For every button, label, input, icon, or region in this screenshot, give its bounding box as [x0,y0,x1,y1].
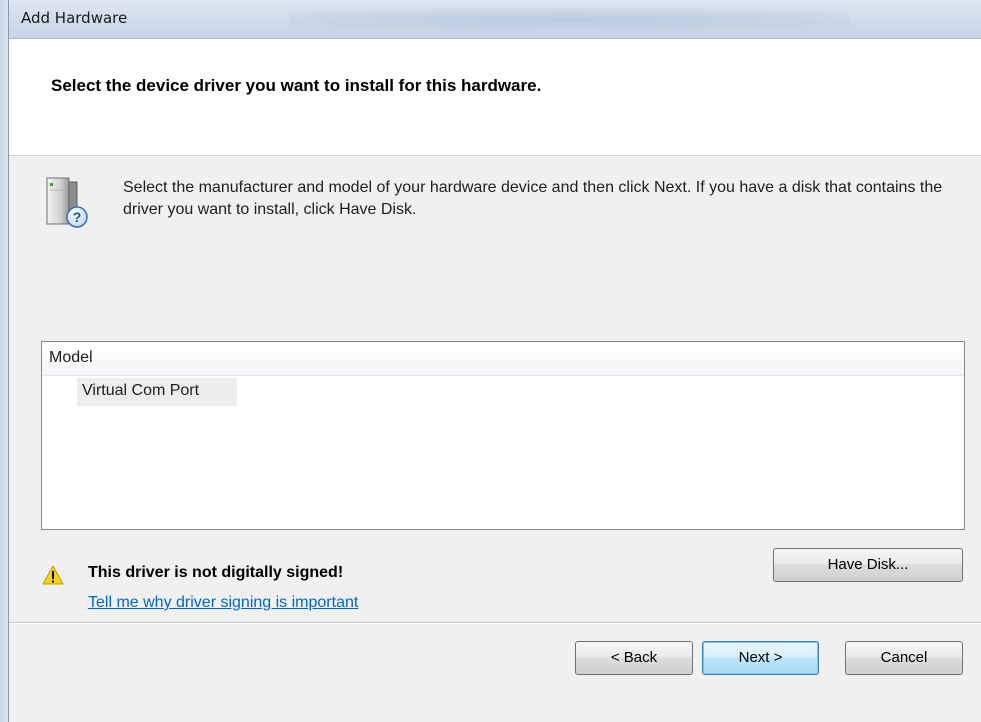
instruction-text: Select the manufacturer and model of you… [123,179,943,218]
have-disk-button[interactable]: Have Disk... [773,548,963,582]
title-bar-glow [289,8,849,30]
wizard-page: Select the device driver you want to ins… [9,39,981,722]
model-list-item-label: Virtual Com Port [82,382,200,399]
hardware-help-icon: ? [41,174,93,234]
warning-icon [42,565,64,585]
back-button[interactable]: < Back [575,641,693,675]
title-bar[interactable]: Add Hardware [9,0,981,39]
unsigned-driver-warning: This driver is not digitally signed! [88,564,344,581]
background-window-edge [0,0,8,722]
driver-signing-link[interactable]: Tell me why driver signing is important [88,594,358,612]
svg-text:?: ? [73,209,82,225]
model-list[interactable]: Model Virtual Com Port [41,341,965,530]
cancel-button[interactable]: Cancel [845,641,963,675]
page-heading: Select the device driver you want to ins… [51,76,542,95]
wizard-header: Select the device driver you want to ins… [9,39,981,156]
footer-separator [9,622,981,624]
model-column-label: Model [49,349,93,366]
model-column-header[interactable]: Model [42,342,964,376]
add-hardware-window: Add Hardware Select the device driver yo… [8,0,981,722]
window-title: Add Hardware [21,9,128,27]
next-button[interactable]: Next > [702,641,819,675]
model-list-item[interactable]: Virtual Com Port [77,378,237,406]
